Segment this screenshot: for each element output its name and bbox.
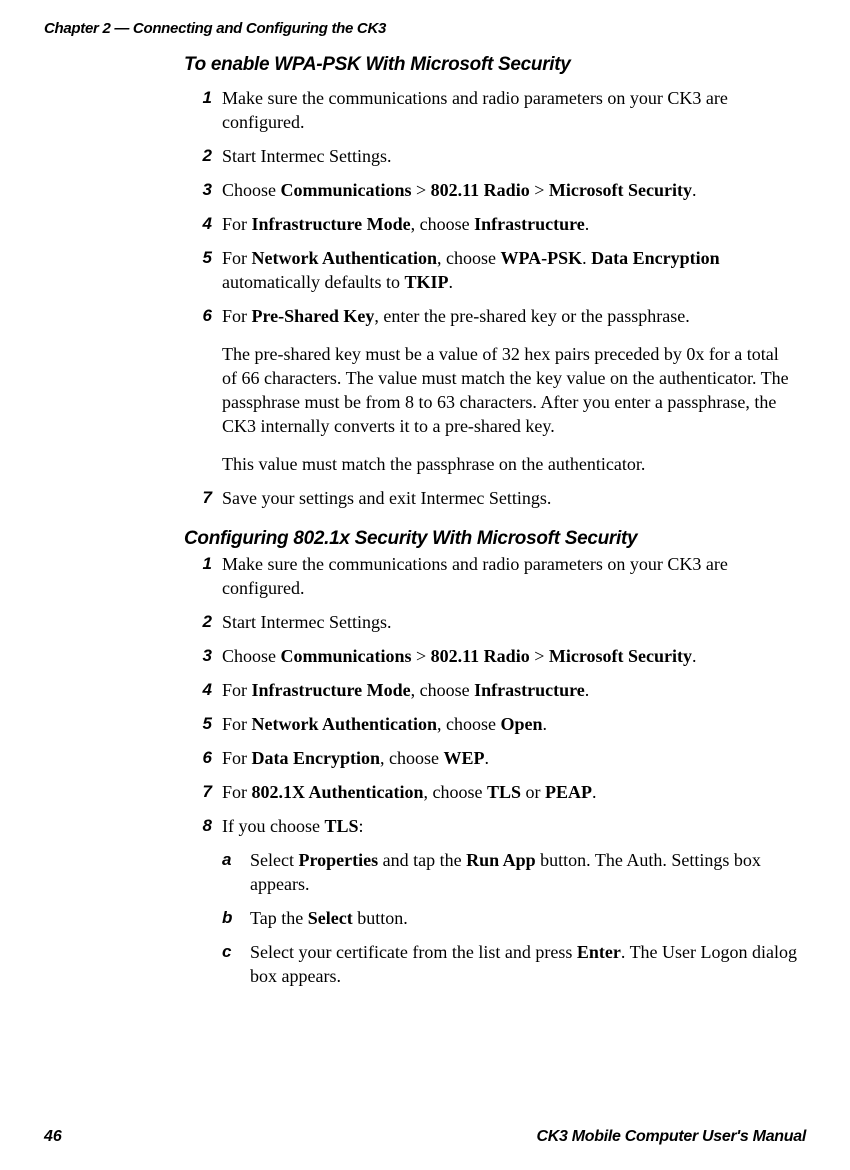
substep-marker: a (222, 848, 250, 896)
step-text: Choose Communications > 802.11 Radio > M… (222, 178, 798, 202)
step-number: 5 (184, 712, 222, 736)
substep-text: Select Properties and tap the Run App bu… (250, 848, 798, 896)
step-1-1: 1 Make sure the communications and radio… (184, 86, 798, 134)
step-text: For Infrastructure Mode, choose Infrastr… (222, 678, 798, 702)
step-2-6: 6 For Data Encryption, choose WEP. (184, 746, 798, 770)
step-number: 2 (184, 144, 222, 168)
step-text: For Network Authentication, choose WPA-P… (222, 246, 798, 294)
step-1-6: 6 For Pre-Shared Key, enter the pre-shar… (184, 304, 798, 476)
step-number: 3 (184, 178, 222, 202)
step-number: 5 (184, 246, 222, 294)
substep-text: Tap the Select button. (250, 906, 798, 930)
step-text: Choose Communications > 802.11 Radio > M… (222, 644, 798, 668)
step-2-4: 4 For Infrastructure Mode, choose Infras… (184, 678, 798, 702)
step-text: Start Intermec Settings. (222, 144, 798, 168)
step-text: For Data Encryption, choose WEP. (222, 746, 798, 770)
step-text: For 802.1X Authentication, choose TLS or… (222, 780, 798, 804)
step-text: Make sure the communications and radio p… (222, 552, 798, 600)
step-1-4: 4 For Infrastructure Mode, choose Infras… (184, 212, 798, 236)
step-text: Make sure the communications and radio p… (222, 86, 798, 134)
step-1-2: 2 Start Intermec Settings. (184, 144, 798, 168)
page-number: 46 (44, 1128, 62, 1146)
step-number: 3 (184, 644, 222, 668)
step-number: 8 (184, 814, 222, 838)
step-1-7: 7 Save your settings and exit Intermec S… (184, 486, 798, 510)
substep-c: c Select your certificate from the list … (222, 940, 798, 988)
step-number: 2 (184, 610, 222, 634)
section-heading-2: Configuring 802.1x Security With Microso… (184, 528, 798, 550)
substep-marker: c (222, 940, 250, 988)
step-text: Save your settings and exit Intermec Set… (222, 486, 798, 510)
step-number: 4 (184, 212, 222, 236)
footer-title: CK3 Mobile Computer User's Manual (536, 1128, 806, 1146)
step-number: 1 (184, 86, 222, 134)
step-number: 4 (184, 678, 222, 702)
step-text: If you choose TLS: (222, 814, 798, 838)
step-2-3: 3 Choose Communications > 802.11 Radio >… (184, 644, 798, 668)
substep-b: b Tap the Select button. (222, 906, 798, 930)
section-heading-1: To enable WPA-PSK With Microsoft Securit… (184, 54, 798, 76)
step-1-3: 3 Choose Communications > 802.11 Radio >… (184, 178, 798, 202)
step-number: 6 (184, 304, 222, 476)
substep-marker: b (222, 906, 250, 930)
step-text: For Pre-Shared Key, enter the pre-shared… (222, 304, 798, 476)
step-2-8: 8 If you choose TLS: (184, 814, 798, 838)
step-number: 7 (184, 486, 222, 510)
step-number: 6 (184, 746, 222, 770)
substep-text: Select your certificate from the list an… (250, 940, 798, 988)
step-text: For Infrastructure Mode, choose Infrastr… (222, 212, 798, 236)
step-2-5: 5 For Network Authentication, choose Ope… (184, 712, 798, 736)
substep-a: a Select Properties and tap the Run App … (222, 848, 798, 896)
chapter-header: Chapter 2 — Connecting and Configuring t… (44, 20, 386, 37)
step-number: 1 (184, 552, 222, 600)
step-text: Start Intermec Settings. (222, 610, 798, 634)
step-text: For Network Authentication, choose Open. (222, 712, 798, 736)
step-2-7: 7 For 802.1X Authentication, choose TLS … (184, 780, 798, 804)
step-2-2: 2 Start Intermec Settings. (184, 610, 798, 634)
step-2-1: 1 Make sure the communications and radio… (184, 552, 798, 600)
page-content: To enable WPA-PSK With Microsoft Securit… (184, 54, 798, 988)
step-1-5: 5 For Network Authentication, choose WPA… (184, 246, 798, 294)
step-number: 7 (184, 780, 222, 804)
